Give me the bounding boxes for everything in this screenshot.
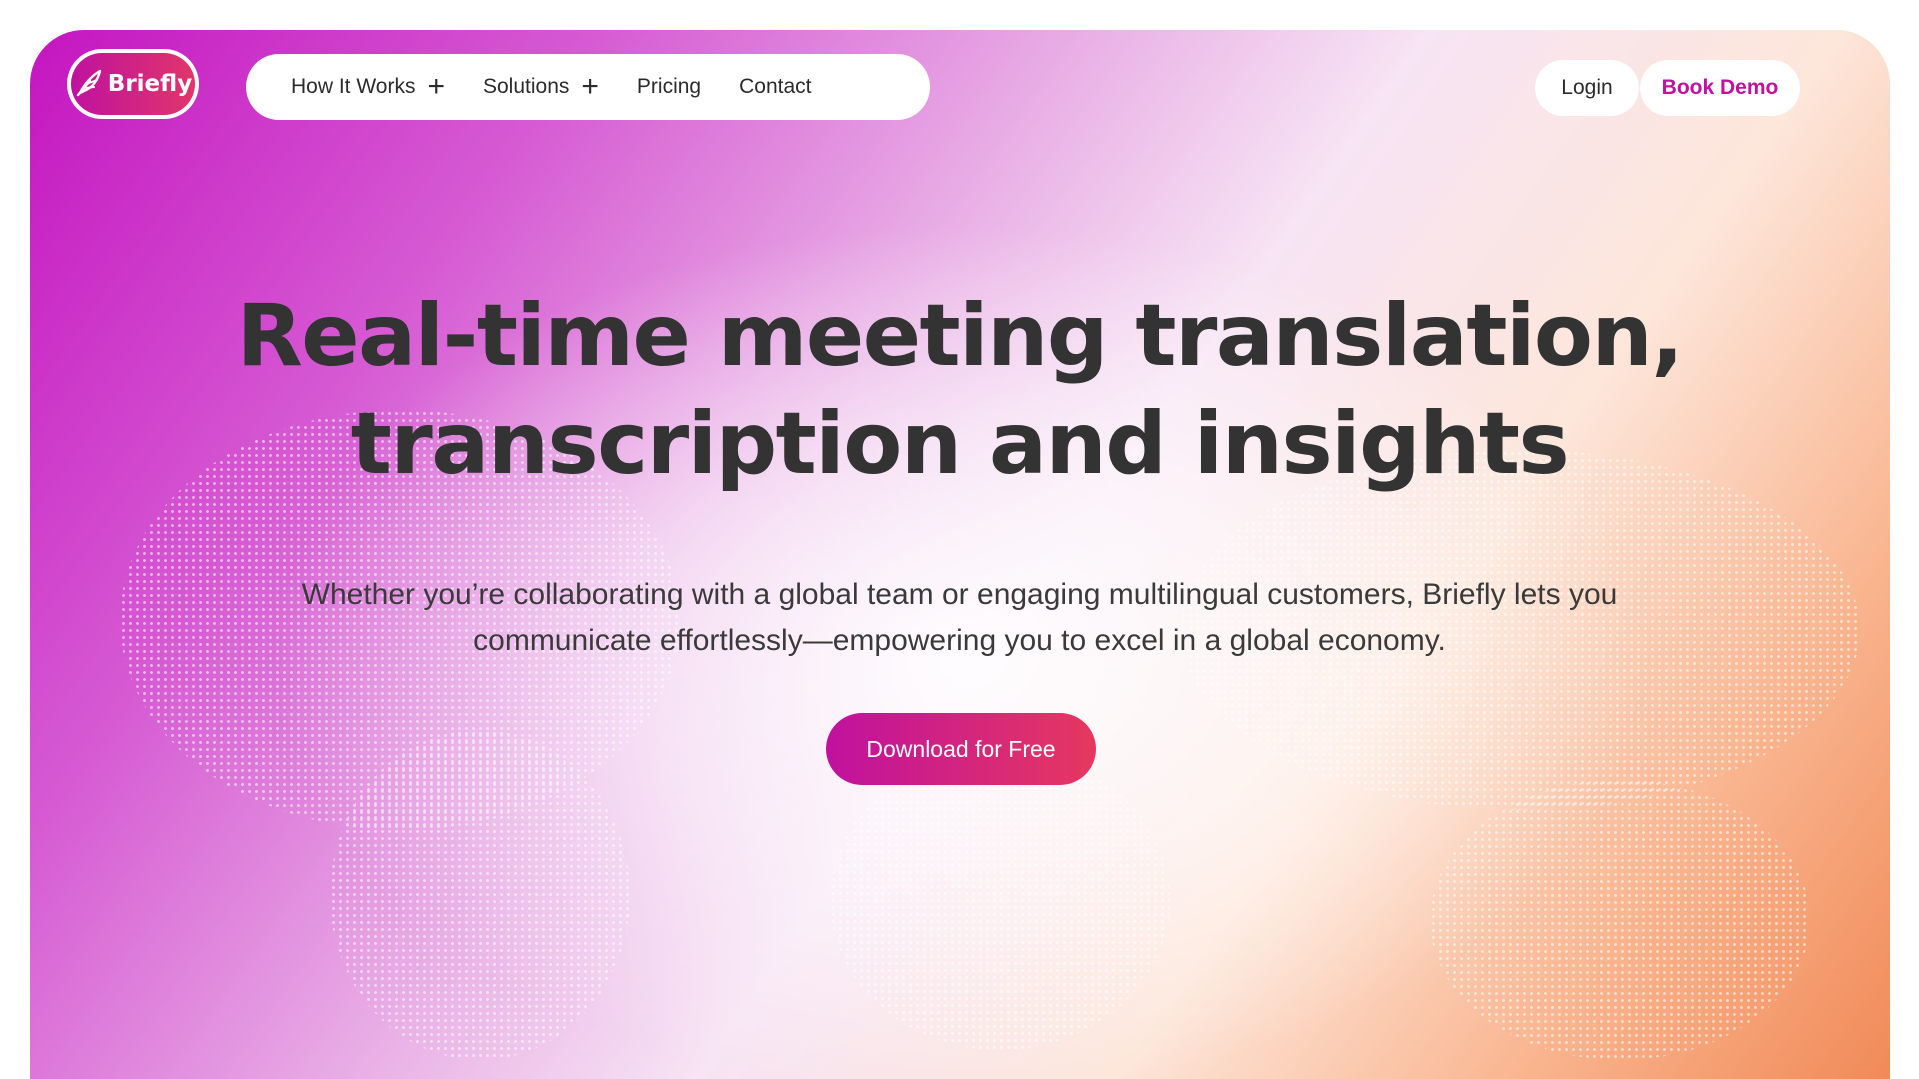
hero-subtext: Whether you’re collaborating with a glob…: [301, 578, 1618, 657]
headline-line-1: Real-time meeting translation,: [236, 286, 1684, 386]
nav-item-label: Solutions: [483, 75, 570, 98]
nav-item-pricing[interactable]: Pricing: [637, 75, 701, 99]
nav-item-solutions[interactable]: Solutions +: [483, 72, 599, 102]
nav-item-contact[interactable]: Contact: [739, 75, 811, 99]
plus-icon: +: [581, 70, 599, 103]
brand-name: Briefly: [107, 71, 193, 97]
feather-icon: [74, 67, 104, 102]
page-title: Real-time meeting translation, transcrip…: [0, 282, 1919, 498]
login-button[interactable]: Login: [1535, 60, 1639, 116]
world-map-dots: [30, 30, 1890, 1079]
nav-item-label: Contact: [739, 75, 812, 98]
main-nav: How It Works + Solutions + Pricing Conta…: [246, 54, 930, 120]
nav-item-label: Pricing: [636, 75, 702, 98]
download-button[interactable]: Download for Free: [826, 713, 1096, 785]
headline-line-2: transcription and insights: [350, 394, 1570, 494]
logo-link[interactable]: Briefly: [67, 49, 199, 119]
nav-item-label: How It Works: [291, 75, 416, 98]
nav-item-how-it-works[interactable]: How It Works +: [291, 72, 445, 102]
hero-section: [30, 30, 1890, 1079]
book-demo-button[interactable]: Book Demo: [1640, 60, 1800, 116]
plus-icon: +: [427, 70, 445, 103]
logo: Briefly: [71, 53, 195, 115]
